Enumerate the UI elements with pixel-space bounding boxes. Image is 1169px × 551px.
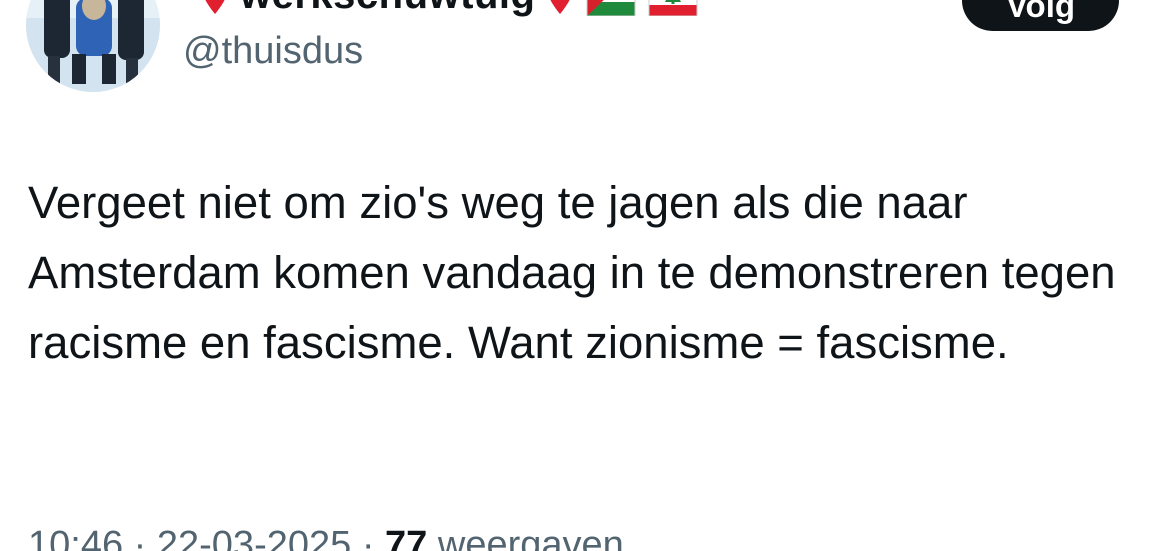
avatar[interactable] xyxy=(26,0,160,92)
lebanon-flag-icon xyxy=(647,0,699,16)
pin-icon xyxy=(545,0,575,16)
tweet-text: Vergeet niet om zio's weg te jagen als d… xyxy=(28,177,1116,368)
meta-separator: · xyxy=(133,524,147,551)
tweet-meta: 10:46 · 22-03-2025 · 77 weergaven xyxy=(28,524,624,551)
user-handle[interactable]: @thuisdus xyxy=(183,30,363,73)
views-label: weergaven xyxy=(437,524,624,551)
display-name: werkschuwtuig xyxy=(240,0,535,18)
pin-icon xyxy=(200,0,230,16)
tweet-time[interactable]: 10:46 xyxy=(28,524,123,551)
views-count[interactable]: 77 xyxy=(385,524,427,551)
meta-separator: · xyxy=(361,524,375,551)
palestine-flag-icon xyxy=(585,0,637,16)
tweet-date[interactable]: 22-03-2025 xyxy=(157,524,351,551)
follow-button[interactable]: Volg xyxy=(962,0,1119,31)
display-name-row[interactable]: werkschuwtuig xyxy=(200,0,699,20)
